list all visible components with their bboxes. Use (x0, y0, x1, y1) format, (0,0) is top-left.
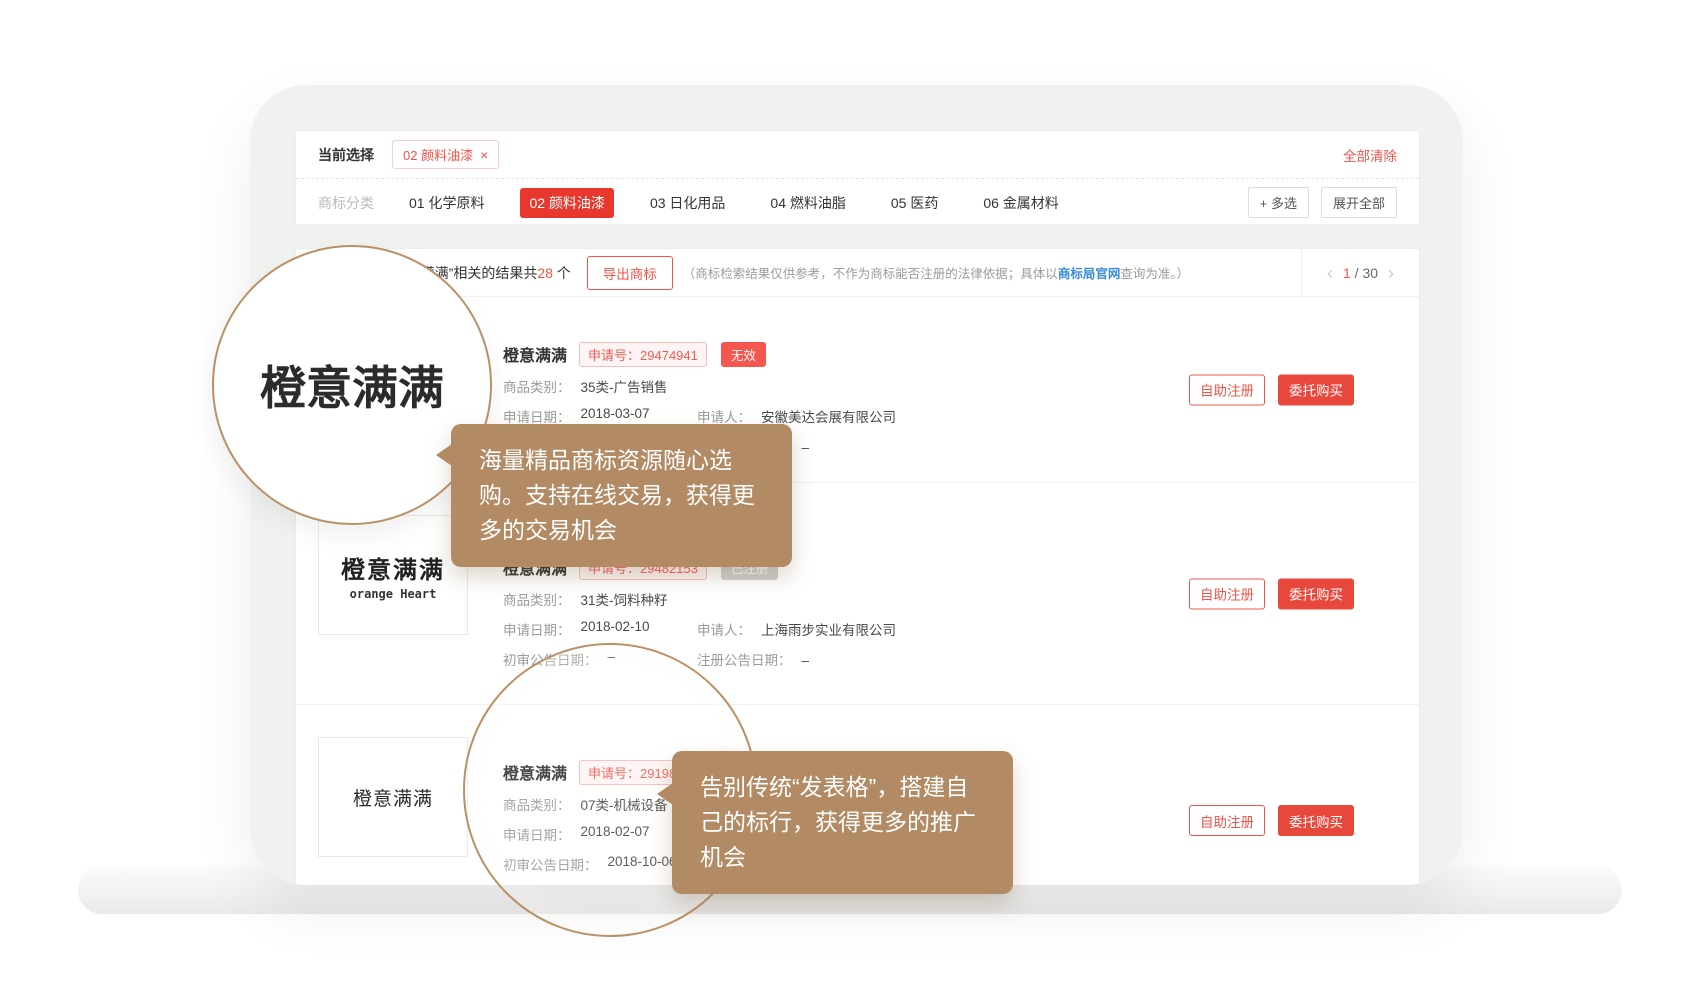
trademark-image-3: 橙意满满 (318, 737, 468, 857)
trademark-image-subtext: orange Heart (350, 587, 437, 601)
category-item-02-active[interactable]: 02 颜料油漆 (520, 188, 613, 218)
apply-date-value: 2018-02-10 (581, 619, 650, 639)
trademark-office-link[interactable]: 商标局官网 (1058, 267, 1121, 281)
entrust-buy-button[interactable]: 委托购买 (1278, 805, 1354, 836)
apply-date-label: 申请日期： (503, 824, 571, 844)
filter-panel: 当前选择 02 颜料油漆 × 全部清除 商标分类 01 化学原料 02 颜料油漆… (295, 130, 1420, 225)
self-register-button[interactable]: 自助注册 (1189, 805, 1265, 836)
self-register-button[interactable]: 自助注册 (1189, 374, 1265, 405)
tooltip-marketplace: 海量精品商标资源随心选购。支持在线交易，获得更多的交易机会 (451, 424, 792, 567)
current-page: 1 (1343, 265, 1351, 281)
clear-all-link[interactable]: 全部清除 (1343, 145, 1397, 165)
category-field-label: 商品类别： (503, 376, 571, 396)
results-summary-suffix: 个 (553, 265, 571, 281)
row-actions-1: 自助注册 委托购买 (1189, 374, 1354, 405)
results-header: 为您检索到“橙意满满”相关的结果共28 个 导出商标 （商标检索结果仅供参考，不… (296, 249, 1419, 297)
trademark-image-text: 橙意满满 (353, 784, 433, 811)
initial-announcement-label: 初审公告日期： (503, 649, 598, 669)
registration-announcement-label: 注册公告日期： (697, 653, 792, 668)
current-selection-label: 当前选择 (318, 145, 374, 165)
category-item-06[interactable]: 06 金属材料 (974, 188, 1067, 218)
category-field-value: 31类-饲料种籽 (581, 589, 668, 609)
category-field-label: 商品类别： (503, 589, 571, 609)
category-row: 商标分类 01 化学原料 02 颜料油漆 03 日化用品 04 燃料油脂 05 … (296, 178, 1419, 226)
row-actions-2: 自助注册 委托购买 (1189, 578, 1354, 609)
entrust-buy-button[interactable]: 委托购买 (1278, 578, 1354, 609)
category-actions: + 多选 展开全部 (1248, 187, 1397, 218)
disclaimer-pre: （商标检索结果仅供参考，不作为商标能否注册的法律依据；具体以 (683, 267, 1058, 281)
self-register-button[interactable]: 自助注册 (1189, 578, 1265, 609)
page-separator: / (1355, 265, 1359, 281)
disclaimer-text: （商标检索结果仅供参考，不作为商标能否注册的法律依据；具体以商标局官网查询为准。… (683, 263, 1189, 282)
close-icon[interactable]: × (480, 147, 488, 163)
initial-announcement-label: 初审公告日期： (503, 854, 598, 874)
application-number-value: 29474941 (640, 348, 698, 363)
prev-page-icon[interactable]: ‹ (1327, 264, 1333, 282)
expand-all-button[interactable]: 展开全部 (1321, 187, 1397, 218)
trademark-name: 橙意满满 (503, 760, 567, 784)
trademark-details-2: 橙意满满 申请号：29482153 已注册 商品类别：31类-饲料种籽 申请日期… (503, 555, 896, 704)
trademark-image-text: 橙意满满 (341, 550, 445, 585)
results-count: 28 (537, 265, 553, 281)
trademark-image-2: 橙意满满 orange Heart (318, 515, 468, 635)
enlarged-trademark-text: 橙意满满 (260, 352, 444, 418)
magnifier-circle-1: 橙意满满 (212, 245, 492, 525)
category-item-04[interactable]: 04 燃料油脂 (761, 188, 854, 218)
application-number-label: 申请号： (588, 348, 640, 363)
category-label: 商标分类 (318, 193, 374, 213)
application-number-tag: 申请号：29474941 (579, 342, 707, 367)
row-actions-3: 自助注册 委托购买 (1189, 805, 1354, 836)
applicant-label: 申请人： (697, 410, 751, 425)
current-selection-row: 当前选择 02 颜料油漆 × 全部清除 (296, 131, 1419, 178)
apply-date-value: 2018-03-07 (581, 406, 650, 426)
disclaimer-post: 查询为准。） (1120, 267, 1189, 281)
initial-announcement-value: – (608, 649, 616, 669)
apply-date-label: 申请日期： (503, 619, 571, 639)
applicant-value: 上海雨步实业有限公司 (761, 623, 896, 638)
entrust-buy-button[interactable]: 委托购买 (1278, 374, 1354, 405)
trademark-name: 橙意满满 (503, 342, 567, 366)
category-field-value: 35类-广告销售 (581, 376, 668, 396)
application-number-label: 申请号： (588, 766, 640, 781)
applicant-value: 安徽美达会展有限公司 (761, 410, 896, 425)
category-field-value: 07类-机械设备 (581, 794, 668, 814)
applicant-label: 申请人： (697, 623, 751, 638)
initial-announcement-value: 2018-10-06 (608, 854, 677, 874)
pagination: ‹ 1 / 30 › (1301, 249, 1419, 297)
selected-filter-tag-text: 02 颜料油漆 (403, 145, 473, 164)
total-pages: 30 (1362, 265, 1378, 281)
category-item-01[interactable]: 01 化学原料 (400, 188, 493, 218)
selected-filter-tag[interactable]: 02 颜料油漆 × (392, 140, 499, 169)
tooltip-promotion: 告别传统“发表格”，搭建自己的标行，获得更多的推广机会 (672, 751, 1013, 894)
status-badge: 无效 (721, 342, 766, 367)
apply-date-label: 申请日期： (503, 406, 571, 426)
category-item-03[interactable]: 03 日化用品 (641, 188, 734, 218)
apply-date-value: 2018-02-07 (581, 824, 650, 844)
next-page-icon[interactable]: › (1388, 264, 1394, 282)
registration-announcement-value: – (802, 440, 810, 455)
category-item-05[interactable]: 05 医药 (882, 188, 947, 218)
category-items: 01 化学原料 02 颜料油漆 03 日化用品 04 燃料油脂 05 医药 06… (400, 188, 1095, 218)
registration-announcement-value: – (802, 653, 810, 668)
category-field-label: 商品类别： (503, 794, 571, 814)
multi-select-button[interactable]: + 多选 (1248, 187, 1309, 218)
export-trademarks-button[interactable]: 导出商标 (587, 256, 673, 290)
